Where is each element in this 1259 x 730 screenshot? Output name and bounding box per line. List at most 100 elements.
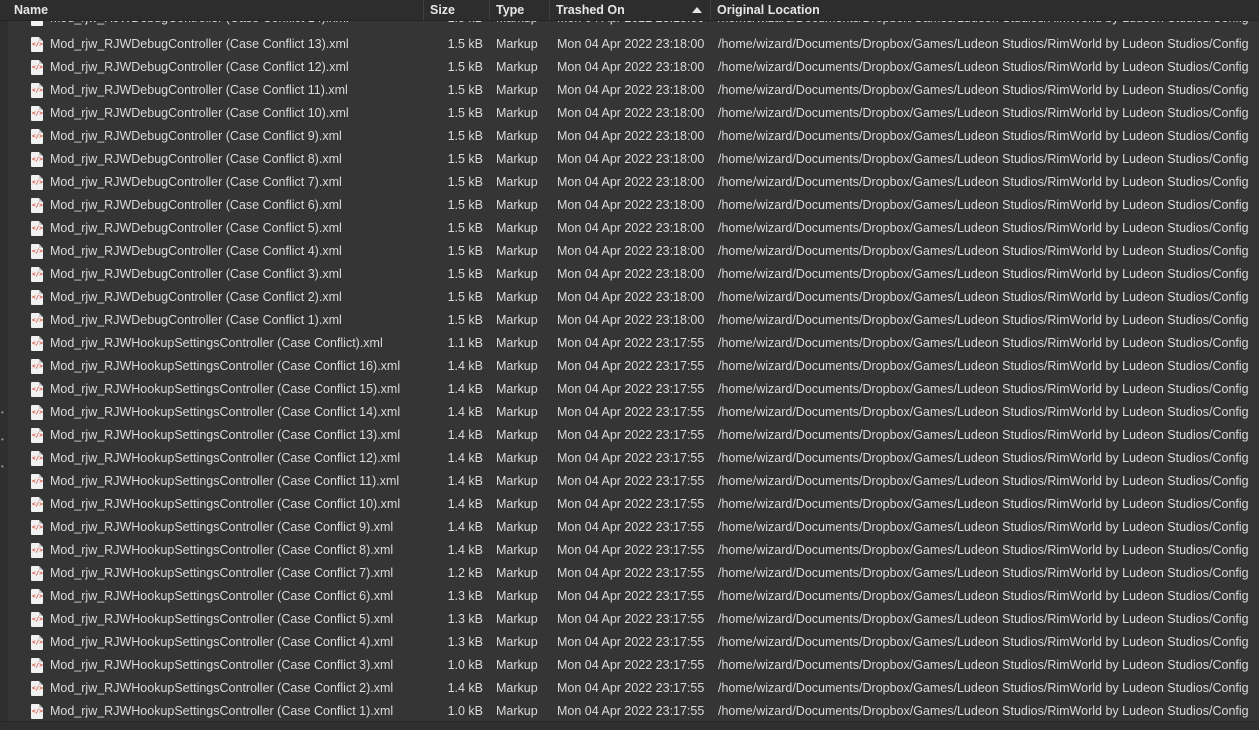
column-header-trashed-on-label: Trashed On	[556, 3, 625, 17]
file-size: 1.5 kB	[447, 106, 483, 120]
file-size: 1.5 kB	[422, 20, 483, 30]
list-row[interactable]: </> Mod_rjw_RJWDebugController (Case Conf…	[10, 240, 1259, 263]
file-name: Mod_rjw_RJWDebugController (Case Conflic…	[50, 129, 342, 143]
column-header-trashed-on[interactable]: Trashed On	[550, 0, 711, 20]
file-name: Mod_rjw_RJWDebugController (Case Conflic…	[50, 152, 342, 166]
file-type: Markup	[496, 589, 538, 603]
list-row[interactable]: </> Mod_rjw_RJWDebugController (Case Conf…	[10, 56, 1259, 79]
list-row-partial[interactable]: </> Mod_rjw_RJWDebugController (Case Con…	[10, 20, 1259, 30]
list-row[interactable]: </> Mod_rjw_RJWDebugController (Case Conf…	[10, 263, 1259, 286]
file-name: Mod_rjw_RJWDebugController (Case Conflic…	[50, 106, 349, 120]
trashed-date: Mon 04 Apr 2022 23:17:55	[557, 451, 705, 465]
file-type: Markup	[496, 612, 538, 626]
markup-file-icon: </>	[31, 198, 43, 213]
original-location: /home/wizard/Documents/Dropbox/Games/Lud…	[718, 83, 1249, 97]
trashed-date: Mon 04 Apr 2022 23:17:55	[557, 474, 705, 488]
file-type: Markup	[496, 221, 538, 235]
list-row[interactable]: </> Mod_rjw_RJWHookupSettingsController (…	[10, 493, 1259, 516]
list-row[interactable]: </> Mod_rjw_RJWDebugController (Case Conf…	[10, 79, 1259, 102]
list-row[interactable]: </> Mod_rjw_RJWDebugController (Case Conf…	[10, 125, 1259, 148]
file-name: Mod_rjw_RJWDebugController (Case Conflic…	[50, 37, 349, 51]
list-row[interactable]: </> Mod_rjw_RJWHookupSettingsController (…	[10, 654, 1259, 677]
file-type: Markup	[496, 37, 538, 51]
list-row[interactable]: </> Mod_rjw_RJWHookupSettingsController (…	[10, 447, 1259, 470]
original-location: /home/wizard/Documents/Dropbox/Games/Lud…	[718, 497, 1249, 511]
column-header-type-label: Type	[496, 3, 525, 17]
markup-file-icon: </>	[31, 474, 43, 489]
original-location: /home/wizard/Documents/Dropbox/Games/Lud…	[718, 106, 1249, 120]
trashed-date: Mon 04 Apr 2022 23:18:00	[557, 267, 705, 281]
trashed-date: Mon 04 Apr 2022 23:17:55	[557, 681, 705, 695]
markup-file-icon: </>	[31, 428, 43, 443]
trashed-date: Mon 04 Apr 2022 23:17:55	[557, 543, 705, 557]
original-location: /home/wizard/Documents/Dropbox/Games/Lud…	[718, 313, 1249, 327]
file-size: 1.4 kB	[447, 681, 483, 695]
list-row[interactable]: </> Mod_rjw_RJWHookupSettingsController (…	[10, 470, 1259, 493]
list-row[interactable]: </> Mod_rjw_RJWHookupSettingsController (…	[10, 700, 1259, 722]
list-row[interactable]: </> Mod_rjw_RJWHookupSettingsController (…	[10, 562, 1259, 585]
file-size: 1.4 kB	[447, 497, 483, 511]
list-row[interactable]: </> Mod_rjw_RJWDebugController (Case Conf…	[10, 194, 1259, 217]
list-row[interactable]: </> Mod_rjw_RJWHookupSettingsController (…	[10, 424, 1259, 447]
markup-file-icon: </>	[31, 612, 43, 627]
trashed-date: Mon 04 Apr 2022 23:17:55	[557, 704, 705, 718]
list-row[interactable]: </> Mod_rjw_RJWHookupSettingsController (…	[10, 355, 1259, 378]
file-size: 1.5 kB	[447, 198, 483, 212]
trashed-date: Mon 04 Apr 2022 23:18:00	[557, 152, 705, 166]
list-row[interactable]: </> Mod_rjw_RJWHookupSettingsController (…	[10, 516, 1259, 539]
trashed-date: Mon 04 Apr 2022 23:18:00	[557, 129, 705, 143]
original-location: /home/wizard/Documents/Dropbox/Games/Lud…	[718, 221, 1249, 235]
file-type: Markup	[496, 681, 538, 695]
file-size: 1.0 kB	[447, 704, 483, 718]
markup-file-icon: </>	[31, 520, 43, 535]
file-name: Mod_rjw_RJWHookupSettingsController (Cas…	[50, 681, 394, 695]
file-type: Markup	[496, 313, 538, 327]
file-size: 1.4 kB	[447, 543, 483, 557]
list-row[interactable]: </> Mod_rjw_RJWHookupSettingsController (…	[10, 539, 1259, 562]
horizontal-scrollbar[interactable]	[0, 721, 1259, 730]
list-row[interactable]: </> Mod_rjw_RJWDebugController (Case Conf…	[10, 148, 1259, 171]
side-pane-edge[interactable]: • • •	[0, 0, 8, 730]
trashed-date: Mon 04 Apr 2022 23:17:55	[557, 428, 705, 442]
file-type: Markup	[496, 129, 538, 143]
column-header-size[interactable]: Size	[424, 0, 490, 20]
list-row[interactable]: </> Mod_rjw_RJWHookupSettingsController (…	[10, 677, 1259, 700]
file-name: Mod_rjw_RJWDebugController (Case Conflic…	[50, 20, 422, 30]
edge-mark: •	[1, 408, 4, 417]
column-header-type[interactable]: Type	[490, 0, 550, 20]
trashed-date: Mon 04 Apr 2022 23:17:55	[557, 336, 705, 350]
trashed-date: Mon 04 Apr 2022 23:17:55	[557, 589, 705, 603]
list-row[interactable]: </> Mod_rjw_RJWHookupSettingsController (…	[10, 332, 1259, 355]
file-name: Mod_rjw_RJWDebugController (Case Conflic…	[50, 198, 342, 212]
original-location: /home/wizard/Documents/Dropbox/Games/Lud…	[718, 543, 1249, 557]
file-name: Mod_rjw_RJWHookupSettingsController (Cas…	[50, 704, 394, 718]
original-location: /home/wizard/Documents/Dropbox/Games/Lud…	[718, 704, 1249, 718]
trashed-date: Mon 04 Apr 2022 23:17:55	[557, 520, 705, 534]
list-row[interactable]: </> Mod_rjw_RJWHookupSettingsController (…	[10, 608, 1259, 631]
list-row[interactable]: </> Mod_rjw_RJWDebugController (Case Conf…	[10, 309, 1259, 332]
file-name: Mod_rjw_RJWDebugController (Case Conflic…	[50, 290, 342, 304]
file-type: Markup	[496, 336, 538, 350]
file-list[interactable]: </> Mod_rjw_RJWDebugController (Case Con…	[10, 20, 1259, 722]
trashed-date: Mon 04 Apr 2022 23:18:00	[557, 37, 705, 51]
list-row[interactable]: </> Mod_rjw_RJWHookupSettingsController (…	[10, 631, 1259, 654]
list-row[interactable]: </> Mod_rjw_RJWDebugController (Case Conf…	[10, 217, 1259, 240]
list-row[interactable]: </> Mod_rjw_RJWDebugController (Case Conf…	[10, 171, 1259, 194]
list-row[interactable]: </> Mod_rjw_RJWHookupSettingsController (…	[10, 401, 1259, 424]
markup-file-icon: </>	[31, 129, 43, 144]
file-size: 1.2 kB	[447, 566, 483, 580]
list-row[interactable]: </> Mod_rjw_RJWDebugController (Case Conf…	[10, 33, 1259, 56]
column-header-original-location[interactable]: Original Location	[711, 0, 1259, 20]
list-row[interactable]: </> Mod_rjw_RJWDebugController (Case Conf…	[10, 286, 1259, 309]
original-location: /home/wizard/Documents/Dropbox/Games/Lud…	[718, 405, 1249, 419]
file-size: 1.4 kB	[447, 428, 483, 442]
column-header-name[interactable]: Name	[8, 0, 424, 20]
list-row[interactable]: </> Mod_rjw_RJWHookupSettingsController (…	[10, 585, 1259, 608]
list-row[interactable]: </> Mod_rjw_RJWDebugController (Case Conf…	[10, 102, 1259, 125]
file-name: Mod_rjw_RJWHookupSettingsController (Cas…	[50, 474, 400, 488]
list-row[interactable]: </> Mod_rjw_RJWHookupSettingsController (…	[10, 378, 1259, 401]
markup-file-icon: </>	[31, 497, 43, 512]
file-size: 1.5 kB	[447, 152, 483, 166]
file-size: 1.3 kB	[447, 589, 483, 603]
trashed-date: Mon 04 Apr 2022 23:18:00	[557, 198, 705, 212]
